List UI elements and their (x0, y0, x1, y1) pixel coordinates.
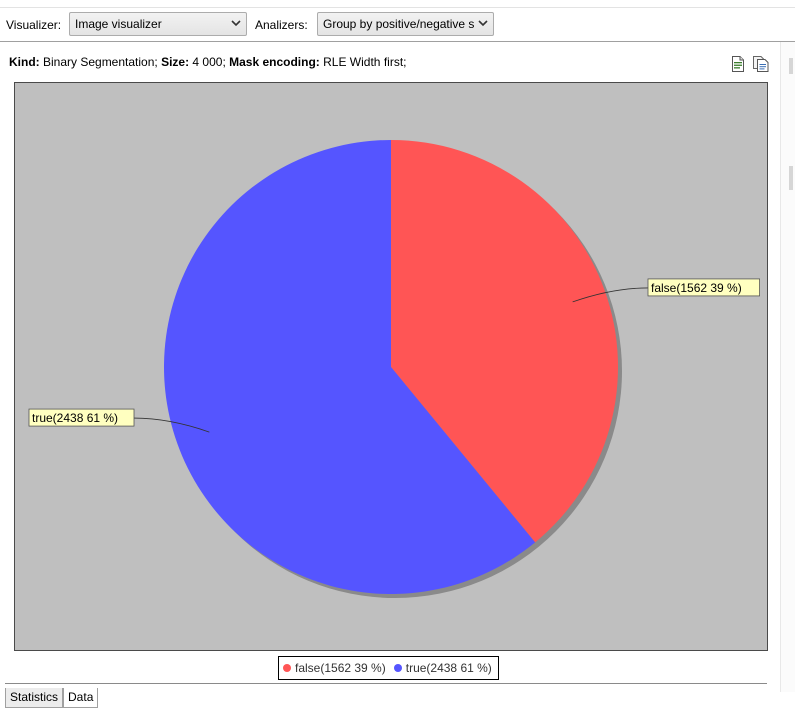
vertical-scrollbar[interactable] (780, 42, 795, 692)
legend-item-true: true(2438 61 %) (393, 661, 492, 675)
dataset-info: Kind: Binary Segmentation; Size: 4 000; … (9, 55, 406, 69)
legend-label-false: false(1562 39 %) (295, 661, 386, 675)
tab-data[interactable]: Data (63, 688, 99, 708)
analyzers-select[interactable]: Group by positive/negative s (317, 12, 494, 36)
mask-encoding-value: RLE Width first; (319, 55, 407, 69)
bottom-divider (5, 683, 767, 684)
analyzers-label: Analizers: (255, 18, 308, 32)
kind-value: Binary Segmentation; (39, 55, 162, 69)
pie-chart: false(1562 39 %) true(2438 61 %) (14, 82, 768, 651)
size-value: 4 000; (189, 55, 230, 69)
export-document-icon[interactable] (731, 56, 745, 72)
visualizer-select[interactable]: Image visualizer (69, 12, 247, 36)
slice-label-false: false(1562 39 %) (651, 281, 742, 295)
kind-label: Kind: (9, 55, 40, 69)
legend-swatch-false (283, 664, 291, 672)
chevron-down-icon (478, 20, 488, 27)
chevron-down-icon (231, 20, 241, 27)
visualizer-label: Visualizer: (6, 18, 62, 32)
pie-chart-canvas: false(1562 39 %) true(2438 61 %) (28, 140, 760, 598)
size-label: Size: (161, 55, 190, 69)
tab-bar: Statistics Data (5, 688, 99, 708)
slice-label-true: true(2438 61 %) (32, 411, 118, 425)
scrollbar-marker (789, 166, 793, 190)
copy-document-icon[interactable] (753, 56, 769, 72)
visualizer-select-value: Image visualizer (75, 17, 162, 31)
legend-label-true: true(2438 61 %) (405, 661, 492, 675)
mask-encoding-label: Mask encoding: (229, 55, 320, 69)
tab-statistics[interactable]: Statistics (5, 688, 64, 708)
analyzers-select-value: Group by positive/negative s (323, 17, 475, 31)
toolbar: Visualizer: Image visualizer Analizers: … (0, 12, 795, 38)
chart-legend: false(1562 39 %) true(2438 61 %) (278, 656, 499, 680)
toolbar-divider (0, 41, 795, 42)
scrollbar-marker (789, 58, 793, 74)
top-divider (0, 7, 795, 8)
legend-swatch-true (393, 664, 402, 672)
legend-item-false: false(1562 39 %) (283, 661, 386, 675)
